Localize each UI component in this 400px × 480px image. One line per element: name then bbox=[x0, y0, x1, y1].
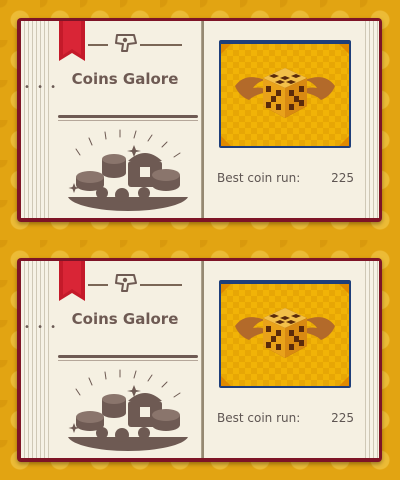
preview-image bbox=[221, 284, 349, 386]
level-badge-icon bbox=[115, 274, 137, 292]
best-coin-run-label: Best coin run: bbox=[217, 411, 301, 425]
level-preview[interactable] bbox=[219, 280, 351, 388]
winged-dice-block-icon bbox=[221, 284, 349, 386]
page-edges-right bbox=[365, 261, 379, 458]
best-coin-run-value: 225 bbox=[331, 411, 354, 425]
header-rule-left bbox=[88, 284, 108, 286]
level-preview[interactable] bbox=[219, 40, 351, 148]
winged-dice-block-icon bbox=[221, 44, 349, 146]
header-rule-left bbox=[88, 44, 108, 46]
page-edges-right bbox=[365, 21, 379, 218]
coin-treasure-pile-icon bbox=[68, 369, 188, 451]
header-rule-right bbox=[140, 44, 182, 46]
level-title: Coins Galore bbox=[71, 70, 179, 88]
book-panel: • • • Coins Galore Best coin run: 225 bbox=[0, 240, 400, 480]
preview-image bbox=[221, 44, 349, 146]
red-ribbon-bookmark-icon bbox=[59, 261, 85, 301]
best-coin-run-label: Best coin run: bbox=[217, 171, 301, 185]
title-divider bbox=[58, 115, 198, 118]
header-rule-right bbox=[140, 284, 182, 286]
level-badge-icon bbox=[115, 34, 137, 52]
red-ribbon-bookmark-icon bbox=[59, 21, 85, 61]
title-divider-thin bbox=[58, 120, 198, 121]
coin-treasure-pile-icon bbox=[68, 129, 188, 211]
best-coin-run-value: 225 bbox=[331, 171, 354, 185]
title-divider-thin bbox=[58, 360, 198, 361]
page-edges bbox=[21, 261, 49, 458]
title-divider bbox=[58, 355, 198, 358]
book-panel: • • • Coins Galore Best coin run: 225 bbox=[0, 0, 400, 240]
page-edges bbox=[21, 21, 49, 218]
level-title: Coins Galore bbox=[71, 310, 179, 328]
